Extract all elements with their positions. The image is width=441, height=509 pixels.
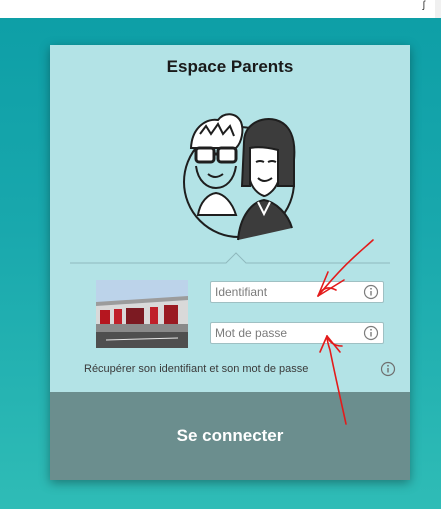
top-bar-edge [435, 0, 441, 18]
info-circle-icon[interactable] [380, 361, 396, 377]
identifier-field[interactable] [210, 281, 384, 303]
info-circle-icon[interactable] [363, 325, 379, 341]
top-bar-glyph: ʃ [422, 0, 425, 11]
page-title: Espace Parents [166, 57, 294, 76]
connect-button-label: Se connecter [176, 426, 284, 445]
school-photo [96, 280, 188, 348]
login-card: Espace Parents Identifiant Récupérer son… [50, 45, 410, 480]
connect-button[interactable]: Se connecter [50, 392, 410, 480]
recover-credentials-link[interactable]: Récupérer son identifiant et son mot de … [84, 363, 308, 375]
parents-avatar-icon [183, 113, 296, 241]
identifier-input[interactable] [211, 282, 364, 302]
top-bar: ʃ [0, 0, 441, 18]
password-field[interactable] [210, 322, 384, 344]
info-circle-icon[interactable] [363, 284, 379, 300]
section-divider [70, 252, 390, 264]
password-input[interactable] [211, 323, 364, 343]
